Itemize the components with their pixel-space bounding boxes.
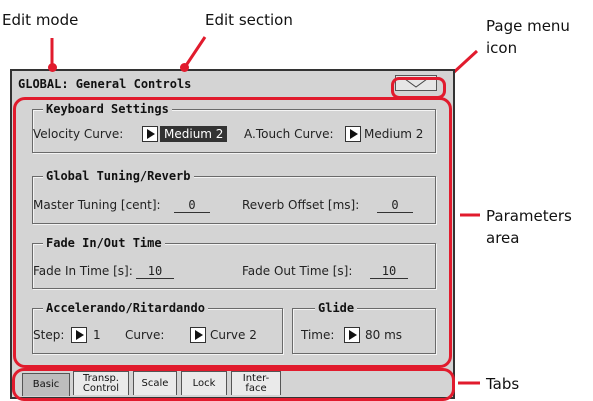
edit-section-marker	[180, 63, 189, 72]
parameters-area-highlight	[13, 97, 452, 368]
tabs-highlight	[12, 368, 455, 401]
title-bar: GLOBAL: General Controls	[12, 71, 453, 95]
page-title: GLOBAL: General Controls	[18, 77, 192, 91]
edit-mode-marker	[48, 63, 57, 72]
page-menu-icon-highlight	[391, 77, 446, 99]
